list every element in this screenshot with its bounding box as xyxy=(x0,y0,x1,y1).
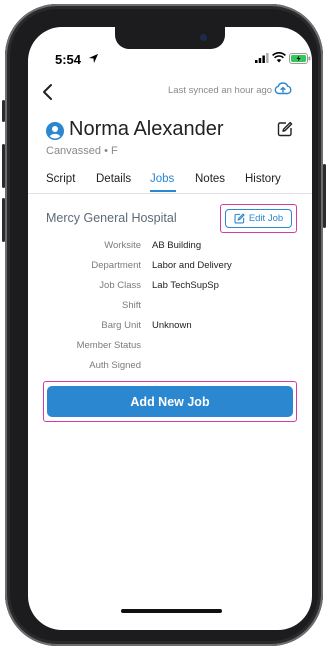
phone-frame: 5:54 Last synced an hour ago Norma Alexa… xyxy=(2,4,326,646)
app-screen: 5:54 Last synced an hour ago Norma Alexa… xyxy=(28,27,312,630)
last-synced-text: Last synced an hour ago xyxy=(168,85,273,96)
status-time: 5:54 xyxy=(55,52,82,67)
barg-unit-value: Unknown xyxy=(152,320,192,331)
employer-name: Mercy General Hospital xyxy=(46,211,177,225)
job-field-row: Shift xyxy=(28,300,312,320)
department-value: Labor and Delivery xyxy=(152,260,232,271)
back-chevron-icon[interactable] xyxy=(41,83,55,101)
power-button xyxy=(323,164,326,228)
tab-details[interactable]: Details xyxy=(96,173,131,185)
notch xyxy=(115,27,225,49)
job-field-row: Worksite AB Building xyxy=(28,240,312,260)
person-avatar-icon xyxy=(46,122,64,140)
contact-subtitle: Canvassed • F xyxy=(46,145,118,157)
edit-icon xyxy=(234,213,245,224)
barg-unit-label: Barg Unit xyxy=(101,320,141,331)
active-tab-indicator xyxy=(150,190,176,192)
mute-switch xyxy=(2,100,5,122)
job-field-row: Auth Signed xyxy=(28,360,312,380)
edit-job-label: Edit Job xyxy=(248,213,284,224)
front-camera xyxy=(200,34,207,41)
home-indicator[interactable] xyxy=(121,609,222,613)
tab-script[interactable]: Script xyxy=(46,173,75,185)
shift-label: Shift xyxy=(121,300,141,311)
tab-bar: Script Details Jobs Notes History xyxy=(28,171,312,194)
auth-signed-label: Auth Signed xyxy=(89,360,141,371)
tab-history[interactable]: History xyxy=(245,173,281,185)
job-field-row: Member Status xyxy=(28,340,312,360)
worksite-label: Worksite xyxy=(104,240,141,251)
job-field-row: Job Class Lab TechSupSp xyxy=(28,280,312,300)
add-new-job-button[interactable]: Add New Job xyxy=(47,386,293,417)
wifi-icon xyxy=(272,52,286,63)
battery-charging-icon xyxy=(289,53,311,64)
edit-contact-icon[interactable] xyxy=(277,121,293,137)
contact-name: Norma Alexander xyxy=(69,118,224,140)
member-status-label: Member Status xyxy=(76,340,141,351)
cloud-sync-icon[interactable] xyxy=(274,81,292,95)
edit-job-button[interactable]: Edit Job xyxy=(225,209,292,228)
tab-jobs[interactable]: Jobs xyxy=(150,173,174,185)
location-arrow-icon xyxy=(88,53,99,64)
volume-down-button xyxy=(2,198,5,242)
volume-up-button xyxy=(2,144,5,188)
cellular-signal-icon xyxy=(255,53,269,63)
job-field-row: Barg Unit Unknown xyxy=(28,320,312,340)
tab-notes[interactable]: Notes xyxy=(195,173,225,185)
job-field-row: Department Labor and Delivery xyxy=(28,260,312,280)
worksite-value: AB Building xyxy=(152,240,202,251)
job-class-label: Job Class xyxy=(99,280,141,291)
department-label: Department xyxy=(91,260,141,271)
job-class-value: Lab TechSupSp xyxy=(152,280,219,291)
